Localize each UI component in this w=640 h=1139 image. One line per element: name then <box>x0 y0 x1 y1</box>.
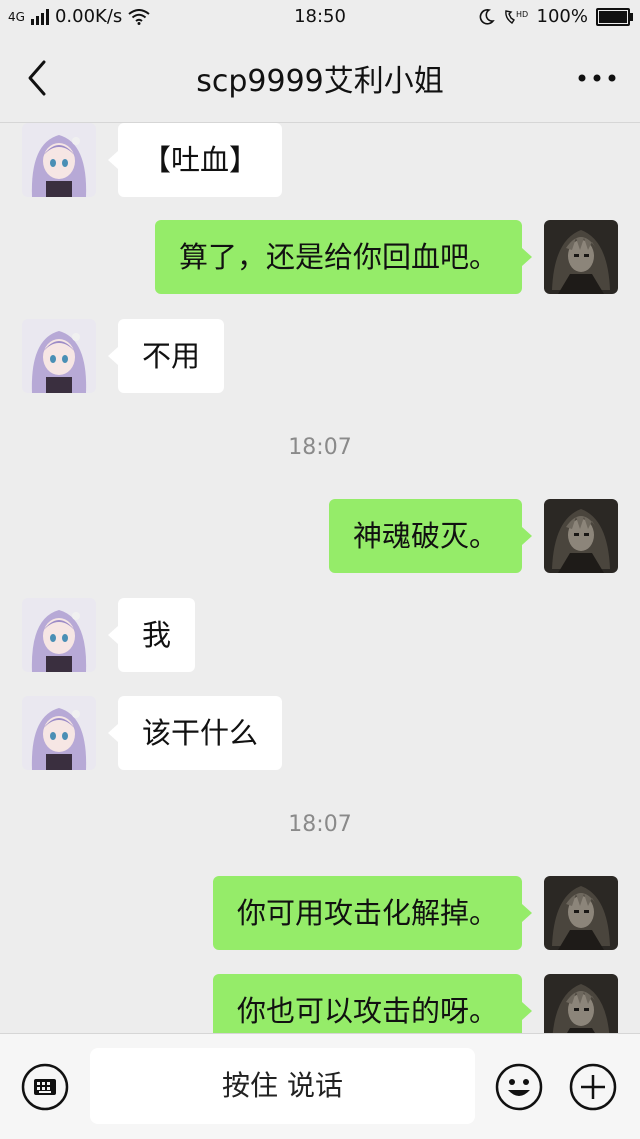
dark-character-avatar-icon <box>544 499 618 573</box>
emoji-button[interactable] <box>494 1062 544 1112</box>
more-dots-icon <box>578 74 616 82</box>
hold-to-talk-button[interactable]: 按住 说话 <box>90 1048 475 1124</box>
emoji-icon <box>495 1063 543 1111</box>
chat-header: scp9999艾利小姐 <box>0 34 640 123</box>
dark-character-avatar-icon <box>544 220 618 294</box>
input-bar: 按住 说话 <box>0 1033 640 1139</box>
dark-character-avatar-icon <box>544 876 618 950</box>
message-bubble-received[interactable]: 我 <box>107 598 196 672</box>
my-avatar[interactable] <box>544 220 618 294</box>
chat-area[interactable]: 【吐血】 算了，还是给你回血吧。 不用 18:07 神魂破灭。 我 该干什么 1… <box>0 123 640 1033</box>
chat-title: scp9999艾利小姐 <box>196 64 444 99</box>
keyboard-icon <box>21 1063 69 1111</box>
message-bubble-received[interactable]: 【吐血】 <box>107 123 283 197</box>
phone-hd-icon: HD <box>504 10 528 24</box>
contact-avatar[interactable] <box>22 598 96 672</box>
contact-avatar[interactable] <box>22 319 96 393</box>
status-right: HD 100% <box>477 6 633 27</box>
my-avatar[interactable] <box>544 974 618 1033</box>
message-bubble-received[interactable]: 该干什么 <box>107 696 283 770</box>
timestamp: 18:07 <box>288 435 352 460</box>
keyboard-toggle-button[interactable] <box>20 1062 70 1112</box>
battery-percent: 100% <box>536 6 588 27</box>
message-bubble-received[interactable]: 不用 <box>107 319 225 393</box>
more-button[interactable] <box>572 56 622 100</box>
anime-girl-avatar-icon <box>22 696 96 770</box>
more-actions-button[interactable] <box>568 1062 618 1112</box>
plus-icon <box>569 1063 617 1111</box>
message-bubble-sent[interactable]: 神魂破灭。 <box>328 499 533 573</box>
status-bar: 4G 0.00K/s 18:50 HD 100% <box>0 0 640 34</box>
anime-girl-avatar-icon <box>22 598 96 672</box>
my-avatar[interactable] <box>544 876 618 950</box>
my-avatar[interactable] <box>544 499 618 573</box>
timestamp: 18:07 <box>288 812 352 837</box>
contact-avatar[interactable] <box>22 696 96 770</box>
hd-label: HD <box>516 10 528 19</box>
message-bubble-sent[interactable]: 算了，还是给你回血吧。 <box>154 220 533 294</box>
anime-girl-avatar-icon <box>22 319 96 393</box>
moon-icon <box>479 8 495 25</box>
message-bubble-sent[interactable]: 你也可以攻击的呀。 <box>212 974 533 1033</box>
message-bubble-sent[interactable]: 你可用攻击化解掉。 <box>212 876 533 950</box>
battery-icon <box>596 7 633 26</box>
dark-character-avatar-icon <box>544 974 618 1033</box>
anime-girl-avatar-icon <box>22 123 96 197</box>
contact-avatar[interactable] <box>22 123 96 197</box>
